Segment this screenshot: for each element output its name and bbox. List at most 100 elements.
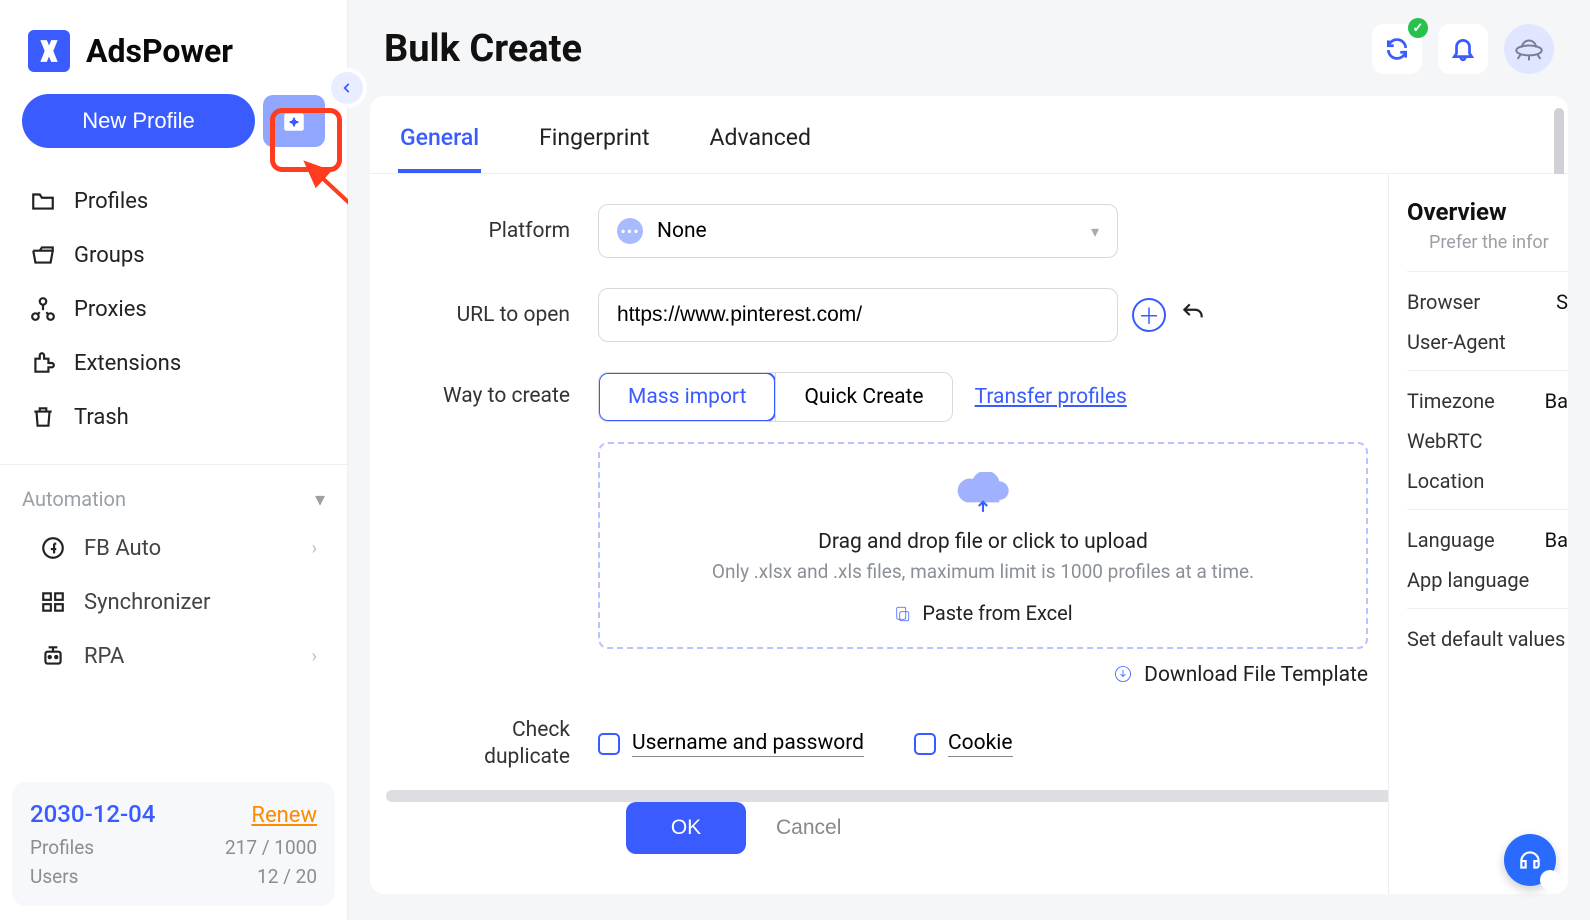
sidebar-item-rpa[interactable]: RPA › bbox=[10, 629, 337, 683]
horizontal-scrollbar[interactable] bbox=[386, 790, 1528, 802]
sync-icon bbox=[40, 589, 66, 615]
cancel-button[interactable]: Cancel bbox=[776, 816, 841, 840]
checkbox-cookie[interactable]: Cookie bbox=[914, 731, 1013, 757]
collapse-sidebar-button[interactable] bbox=[331, 72, 363, 104]
dropzone-text-2: Only .xlsx and .xls files, maximum limit… bbox=[620, 560, 1346, 583]
tabs: General Fingerprint Advanced bbox=[370, 96, 1568, 173]
undo-icon bbox=[1180, 300, 1206, 326]
renew-link[interactable]: Renew bbox=[251, 803, 317, 828]
bell-icon bbox=[1450, 36, 1476, 62]
checkbox-username-password[interactable]: Username and password bbox=[598, 731, 864, 757]
profiles-count-value: 217 / 1000 bbox=[225, 836, 317, 859]
folder-open-icon bbox=[30, 242, 56, 268]
overview-label: App language bbox=[1407, 568, 1529, 592]
overview-label: User-Agent bbox=[1407, 330, 1506, 354]
sidebar-item-trash[interactable]: Trash bbox=[10, 390, 337, 444]
tab-general[interactable]: General bbox=[398, 114, 481, 173]
headset-icon bbox=[1517, 847, 1543, 873]
trash-icon bbox=[30, 404, 56, 430]
overview-label: Language bbox=[1407, 528, 1495, 552]
checkbox-label: Username and password bbox=[632, 731, 864, 757]
bulk-create-button[interactable] bbox=[263, 95, 325, 147]
download-icon bbox=[1113, 664, 1133, 684]
platform-select[interactable]: ••• None ▾ bbox=[598, 204, 1118, 258]
sidebar-item-fb-auto[interactable]: FB Auto › bbox=[10, 521, 337, 575]
chevron-right-icon: › bbox=[312, 538, 317, 559]
sidebar-item-synchronizer[interactable]: Synchronizer bbox=[10, 575, 337, 629]
sidebar: AdsPower New Profile Profiles Groups Pro… bbox=[0, 0, 348, 920]
sidebar-item-label: Proxies bbox=[74, 297, 147, 322]
ok-button[interactable]: OK bbox=[626, 802, 746, 854]
users-count-value: 12 / 20 bbox=[257, 865, 317, 888]
sync-button[interactable] bbox=[1372, 24, 1422, 74]
sidebar-item-label: Extensions bbox=[74, 351, 181, 376]
automation-section[interactable]: Automation ▾ bbox=[0, 469, 347, 521]
facebook-icon bbox=[40, 535, 66, 561]
refresh-icon bbox=[1384, 36, 1410, 62]
sidebar-item-label: Trash bbox=[74, 405, 129, 430]
check-badge-icon bbox=[1408, 18, 1428, 38]
ufo-icon bbox=[1512, 32, 1546, 66]
overview-value: Ba bbox=[1545, 528, 1568, 552]
automation-label: Automation bbox=[22, 487, 126, 511]
mass-import-option[interactable]: Mass import bbox=[598, 372, 776, 422]
overview-panel: Overview Prefer the infor BrowserS User-… bbox=[1388, 174, 1568, 894]
upload-dropzone[interactable]: Drag and drop file or click to upload On… bbox=[598, 442, 1368, 649]
transfer-profiles-link[interactable]: Transfer profiles bbox=[975, 385, 1127, 409]
folder-icon bbox=[30, 188, 56, 214]
download-template-link[interactable]: Download File Template bbox=[598, 663, 1368, 687]
sidebar-item-label: FB Auto bbox=[84, 536, 161, 561]
chevron-down-icon: ▾ bbox=[1091, 222, 1099, 241]
paste-from-excel-button[interactable]: Paste from Excel bbox=[620, 601, 1346, 625]
paste-icon bbox=[893, 605, 911, 623]
overview-label: Browser bbox=[1407, 290, 1480, 314]
overview-label: Timezone bbox=[1407, 389, 1495, 413]
url-input-wrapper bbox=[598, 288, 1118, 342]
chevron-down-icon: ▾ bbox=[315, 487, 325, 511]
sidebar-item-label: RPA bbox=[84, 644, 124, 669]
sidebar-item-label: Synchronizer bbox=[84, 590, 210, 615]
brand-row: AdsPower bbox=[0, 0, 347, 94]
support-fab[interactable] bbox=[1504, 834, 1556, 886]
way-to-create-toggle: Mass import Quick Create bbox=[598, 372, 953, 422]
brand-logo-icon bbox=[28, 30, 70, 72]
sidebar-item-profiles[interactable]: Profiles bbox=[10, 174, 337, 228]
robot-icon bbox=[40, 643, 66, 669]
tab-fingerprint[interactable]: Fingerprint bbox=[537, 114, 651, 173]
checkbox-icon bbox=[598, 733, 620, 755]
reset-url-button[interactable] bbox=[1180, 300, 1206, 330]
tab-advanced[interactable]: Advanced bbox=[708, 114, 813, 173]
notifications-button[interactable] bbox=[1438, 24, 1488, 74]
puzzle-icon bbox=[30, 350, 56, 376]
overview-label: Location bbox=[1407, 469, 1484, 493]
way-to-create-label: Way to create bbox=[398, 372, 598, 408]
avatar[interactable] bbox=[1504, 24, 1554, 74]
url-input[interactable] bbox=[617, 303, 1099, 327]
sidebar-item-groups[interactable]: Groups bbox=[10, 228, 337, 282]
cloud-upload-icon bbox=[620, 472, 1346, 520]
checkbox-icon bbox=[914, 733, 936, 755]
overview-value: Ba bbox=[1545, 389, 1568, 413]
chevron-right-icon: › bbox=[312, 646, 317, 667]
page-title: Bulk Create bbox=[384, 27, 582, 71]
form-card: General Fingerprint Advanced Platform ••… bbox=[370, 96, 1568, 894]
overview-subtitle: Prefer the infor bbox=[1429, 232, 1568, 253]
checkbox-label: Cookie bbox=[948, 731, 1013, 757]
check-duplicate-label: Checkduplicate bbox=[398, 717, 598, 772]
subscription-box: 2030-12-04 Renew Profiles 217 / 1000 Use… bbox=[12, 782, 335, 906]
overview-label: WebRTC bbox=[1407, 429, 1483, 453]
profiles-count-label: Profiles bbox=[30, 836, 94, 859]
new-profile-button[interactable]: New Profile bbox=[22, 94, 255, 148]
overview-title: Overview bbox=[1407, 198, 1568, 226]
set-default-values-link[interactable]: Set default values bbox=[1407, 627, 1565, 651]
dots-icon: ••• bbox=[617, 218, 643, 244]
network-icon bbox=[30, 296, 56, 322]
users-count-label: Users bbox=[30, 865, 78, 888]
add-url-button[interactable]: ＋ bbox=[1132, 298, 1166, 332]
sidebar-item-label: Groups bbox=[74, 243, 145, 268]
url-label: URL to open bbox=[398, 303, 598, 327]
platform-label: Platform bbox=[398, 219, 598, 243]
quick-create-option[interactable]: Quick Create bbox=[775, 373, 951, 421]
sidebar-item-extensions[interactable]: Extensions bbox=[10, 336, 337, 390]
sidebar-item-proxies[interactable]: Proxies bbox=[10, 282, 337, 336]
